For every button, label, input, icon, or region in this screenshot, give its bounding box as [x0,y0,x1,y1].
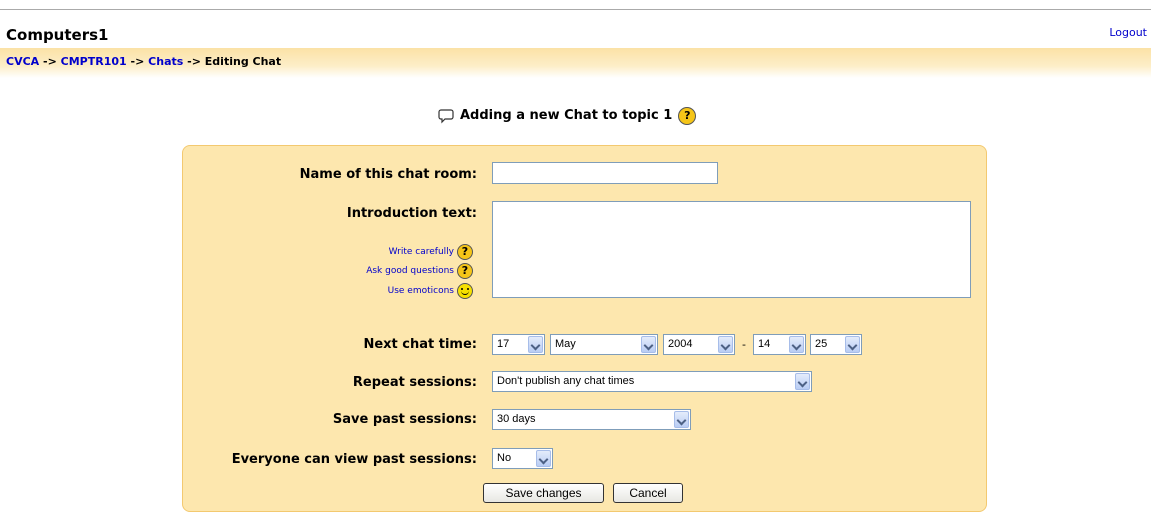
next-time-label: Next chat time: [363,337,477,352]
top-divider [0,9,1151,10]
minute-select[interactable]: 25 [810,334,862,355]
hour-select[interactable]: 14 [753,334,806,355]
site-title: Computers1 [6,26,109,44]
view-select[interactable]: No [492,448,553,469]
breadcrumb-current: Editing Chat [204,55,282,68]
breadcrumb-separator: -> [187,55,201,68]
breadcrumb-course[interactable]: CMPTR101 [61,55,127,68]
chevron-down-icon [789,336,804,353]
chevron-down-icon [795,373,810,390]
intro-textarea[interactable] [492,201,971,298]
breadcrumb: CVCA -> CMPTR101 -> Chats -> Editing Cha… [6,55,281,69]
time-separator: - [742,338,746,351]
breadcrumb-separator: -> [130,55,145,68]
smiley-icon[interactable] [457,283,473,299]
chat-name-input[interactable] [492,162,718,184]
save-changes-button[interactable]: Save changes [483,483,604,503]
save-label: Save past sessions: [332,412,477,427]
chevron-down-icon [845,336,860,353]
breadcrumb-cvca[interactable]: CVCA [6,55,39,68]
view-label: Everyone can view past sessions: [231,452,477,467]
repeat-value: Don't publish any chat times [497,375,635,387]
minute-value: 25 [815,338,828,350]
year-select[interactable]: 2004 [663,334,735,355]
chevron-down-icon [641,336,656,353]
month-value: May [555,338,576,350]
ask-questions-link[interactable]: Ask good questions [366,265,454,277]
day-value: 17 [497,338,510,350]
name-label: Name of this chat room: [299,167,477,182]
save-value: 30 days [497,413,536,425]
breadcrumb-chats[interactable]: Chats [148,55,183,68]
day-select[interactable]: 17 [492,334,545,355]
repeat-select[interactable]: Don't publish any chat times [492,371,812,392]
chevron-down-icon [674,411,689,428]
hour-value: 14 [758,338,771,350]
logout-link[interactable]: Logout [1109,26,1147,40]
chevron-down-icon [718,336,733,353]
help-icon[interactable]: ? [457,244,473,260]
month-select[interactable]: May [550,334,658,355]
help-icon[interactable]: ? [678,107,697,125]
chevron-down-icon [528,336,543,353]
breadcrumb-separator: -> [43,55,57,68]
use-emoticons-link[interactable]: Use emoticons [388,285,454,297]
cancel-button[interactable]: Cancel [613,483,683,503]
chevron-down-icon [536,450,551,467]
intro-label: Introduction text: [346,206,477,221]
page-title: Adding a new Chat to topic 1 [460,108,673,123]
repeat-label: Repeat sessions: [352,375,477,390]
view-value: No [497,452,512,464]
page-heading: Adding a new Chat to topic 1 ? [438,107,697,125]
save-select[interactable]: 30 days [492,409,691,430]
year-value: 2004 [668,338,693,350]
chat-icon [438,109,454,124]
write-carefully-link[interactable]: Write carefully [389,246,454,258]
help-icon[interactable]: ? [457,263,473,279]
